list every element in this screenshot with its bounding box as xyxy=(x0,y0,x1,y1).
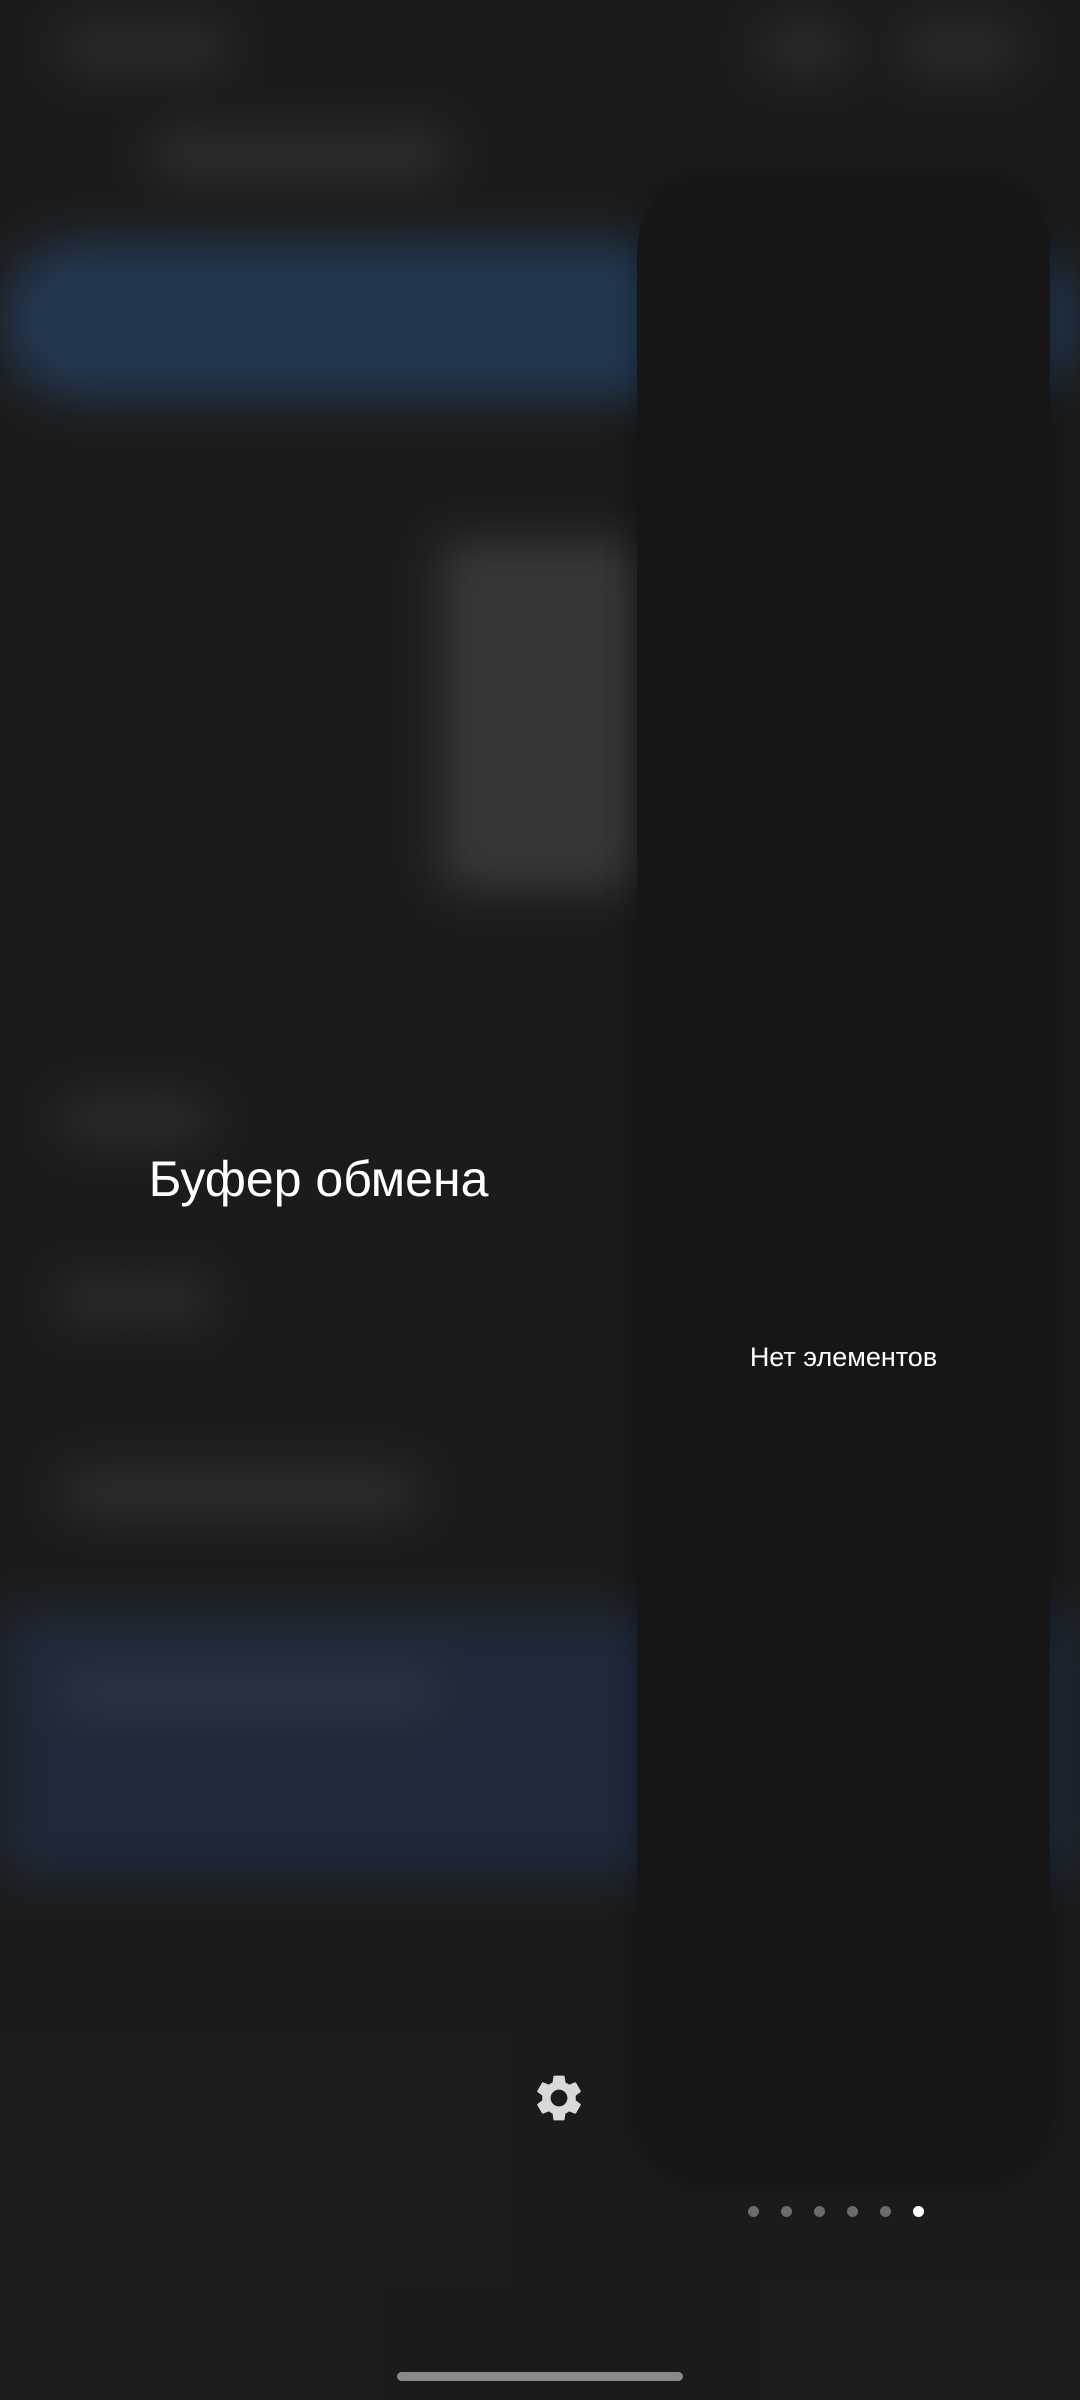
page-dot-3[interactable] xyxy=(814,2205,825,2217)
page-dot-4[interactable] xyxy=(847,2205,858,2217)
screen: Буфер обмена Нет элементов xyxy=(0,0,1080,2400)
page-dot-5[interactable] xyxy=(880,2205,891,2217)
gear-icon xyxy=(537,2075,581,2121)
empty-state-message: Нет элементов xyxy=(749,1342,938,1372)
navigation-gesture-handle[interactable] xyxy=(397,2372,683,2381)
page-dot-1[interactable] xyxy=(748,2205,759,2217)
page-dot-2[interactable] xyxy=(781,2205,792,2217)
page-indicator xyxy=(748,2204,924,2218)
panel-title: Буфер обмена xyxy=(148,1151,489,1207)
page-dot-6-active[interactable] xyxy=(913,2205,924,2217)
clipboard-edge-panel[interactable]: Нет элементов xyxy=(637,180,1050,2179)
settings-button[interactable] xyxy=(526,2065,592,2131)
